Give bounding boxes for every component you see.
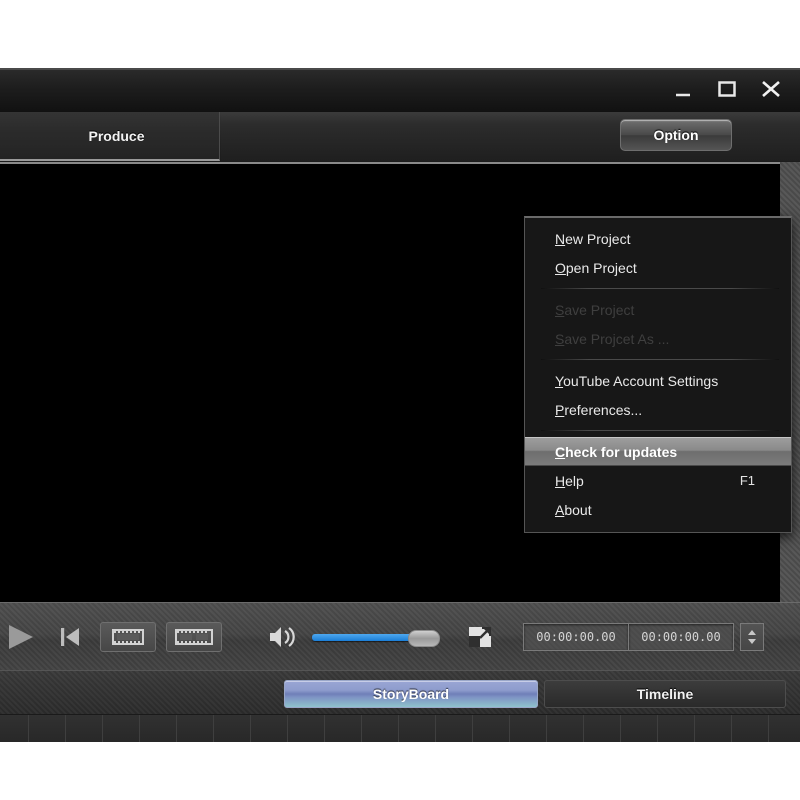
capture-frame-button[interactable] bbox=[100, 622, 156, 652]
menu-item-label: YouTube Account Settings bbox=[555, 372, 719, 389]
option-dropdown-menu: New Project Open Project Save Project Save … bbox=[524, 216, 792, 533]
menu-item-label: New Project bbox=[555, 230, 631, 247]
tab-produce[interactable]: Produce bbox=[0, 112, 220, 161]
storyboard-cell[interactable] bbox=[695, 715, 732, 742]
tab-timeline-label: Timeline bbox=[636, 686, 694, 702]
maximize-icon[interactable] bbox=[714, 76, 740, 102]
storyboard-cell[interactable] bbox=[0, 715, 29, 742]
timecode-stepper[interactable] bbox=[740, 623, 764, 651]
storyboard-cell[interactable] bbox=[658, 715, 695, 742]
menu-separator bbox=[541, 359, 779, 360]
tab-storyboard[interactable]: StoryBoard bbox=[284, 680, 538, 708]
window-controls bbox=[670, 76, 784, 102]
menu-separator bbox=[541, 288, 779, 289]
minimize-icon[interactable] bbox=[670, 76, 696, 102]
tab-timeline[interactable]: Timeline bbox=[544, 680, 786, 708]
play-button[interactable] bbox=[0, 617, 44, 657]
transport-bar: 00:00:00.00 00:00:00.00 bbox=[0, 602, 800, 672]
storyboard-cell[interactable] bbox=[29, 715, 66, 742]
volume-thumb[interactable] bbox=[407, 630, 440, 647]
menu-item-save-projcet-as: Save Projcet As ... bbox=[525, 324, 791, 353]
storyboard-cell[interactable] bbox=[584, 715, 621, 742]
application-window: Produce Option 00:00:00.00 00:00:00.00 S… bbox=[0, 68, 800, 742]
storyboard-cell[interactable] bbox=[547, 715, 584, 742]
tab-storyboard-label: StoryBoard bbox=[372, 686, 450, 702]
timecode-group: 00:00:00.00 00:00:00.00 bbox=[523, 623, 764, 651]
menu-item-label: Save Project bbox=[555, 301, 635, 318]
storyboard-cell[interactable] bbox=[140, 715, 177, 742]
storyboard-cell[interactable] bbox=[510, 715, 547, 742]
option-button[interactable]: Option bbox=[620, 119, 732, 151]
storyboard-cell[interactable] bbox=[732, 715, 769, 742]
storyboard-cell[interactable] bbox=[177, 715, 214, 742]
storyboard-cell[interactable] bbox=[769, 715, 800, 742]
menu-item-shortcut: F1 bbox=[739, 473, 755, 488]
volume-slider[interactable] bbox=[312, 626, 440, 648]
storyboard-cell[interactable] bbox=[473, 715, 510, 742]
close-icon[interactable] bbox=[758, 76, 784, 102]
menu-item-about[interactable]: About bbox=[525, 495, 791, 524]
toolbar: Produce Option bbox=[0, 112, 800, 163]
capture-range-button[interactable] bbox=[166, 622, 222, 652]
storyboard-cell[interactable] bbox=[399, 715, 436, 742]
menu-item-open-project[interactable]: Open Project bbox=[525, 253, 791, 282]
previous-frame-button[interactable] bbox=[50, 617, 90, 657]
storyboard-cell[interactable] bbox=[436, 715, 473, 742]
menu-item-label: About bbox=[555, 501, 592, 518]
storyboard-cell[interactable] bbox=[621, 715, 658, 742]
menu-item-preferences[interactable]: Preferences... bbox=[525, 395, 791, 424]
volume-track bbox=[312, 634, 421, 641]
storyboard-cell[interactable] bbox=[66, 715, 103, 742]
menu-item-check-for-updates[interactable]: Check for updates bbox=[525, 437, 791, 466]
storyboard-cell[interactable] bbox=[251, 715, 288, 742]
storyboard-cell[interactable] bbox=[214, 715, 251, 742]
speaker-icon[interactable] bbox=[262, 620, 302, 654]
tab-produce-label: Produce bbox=[88, 127, 145, 144]
timecode-total[interactable]: 00:00:00.00 bbox=[629, 623, 734, 651]
menu-item-youtube-account-settings[interactable]: YouTube Account Settings bbox=[525, 366, 791, 395]
fullscreen-icon[interactable] bbox=[464, 622, 498, 652]
view-tab-strip: StoryBoard Timeline bbox=[0, 670, 800, 715]
menu-item-save-project: Save Project bbox=[525, 295, 791, 324]
menu-item-label: Preferences... bbox=[555, 401, 643, 418]
menu-item-label: Open Project bbox=[555, 259, 637, 276]
title-bar bbox=[0, 70, 800, 113]
storyboard-strip[interactable] bbox=[0, 714, 800, 742]
menu-item-label: Check for updates bbox=[555, 443, 678, 460]
storyboard-cell[interactable] bbox=[103, 715, 140, 742]
storyboard-cell[interactable] bbox=[362, 715, 399, 742]
menu-item-new-project[interactable]: New Project bbox=[525, 224, 791, 253]
storyboard-cell[interactable] bbox=[288, 715, 325, 742]
storyboard-cell[interactable] bbox=[325, 715, 362, 742]
timecode-current[interactable]: 00:00:00.00 bbox=[523, 623, 629, 651]
menu-separator bbox=[541, 430, 779, 431]
menu-item-help[interactable]: Help F1 bbox=[525, 466, 791, 495]
menu-item-label: Help bbox=[555, 472, 584, 489]
menu-item-label: Save Projcet As ... bbox=[555, 330, 670, 347]
option-button-label: Option bbox=[653, 127, 699, 143]
